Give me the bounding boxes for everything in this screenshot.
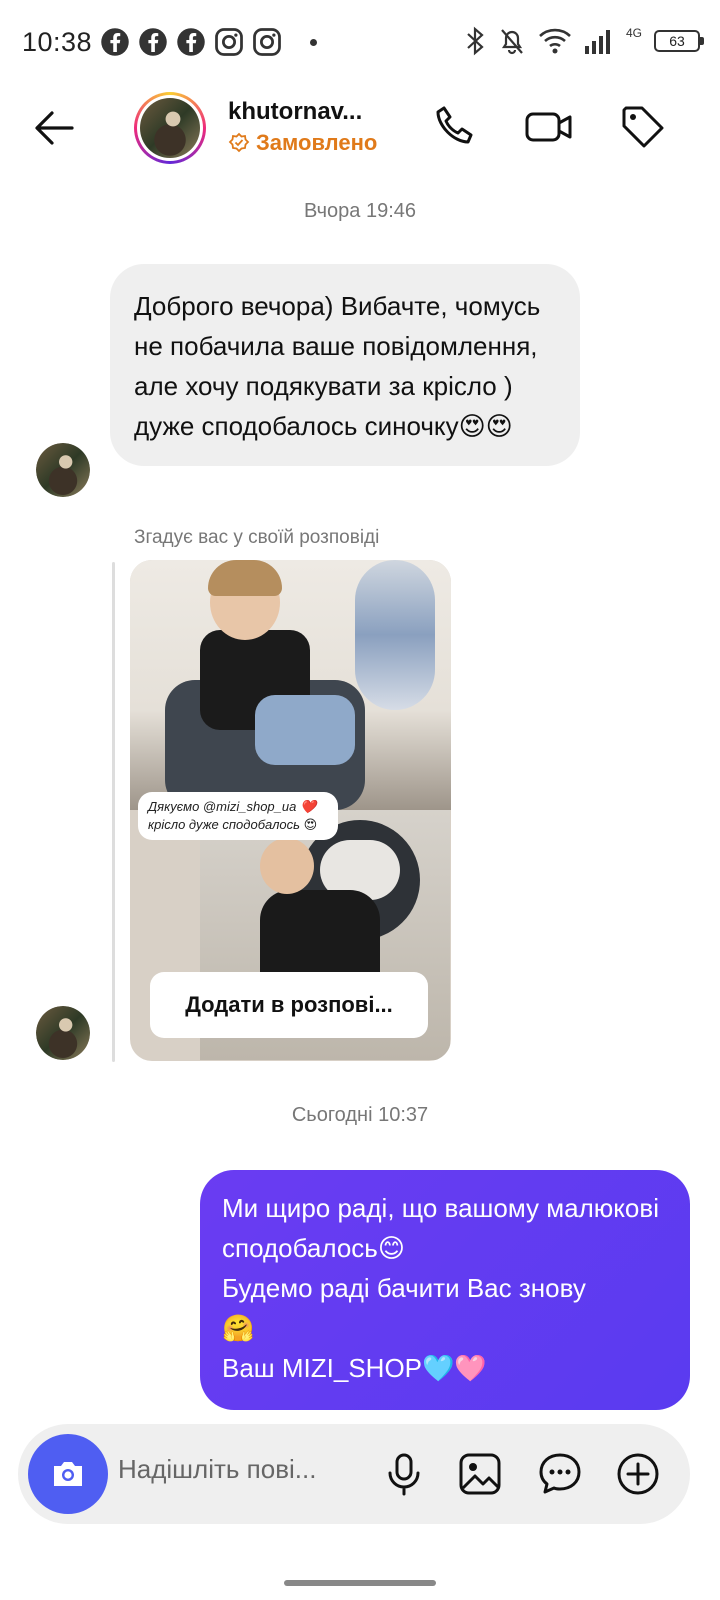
story-preview[interactable]: Дякуємо @mizi_shop_ua ❤️ крісло дуже спо… bbox=[130, 560, 451, 1061]
network-type: 4G bbox=[625, 26, 642, 40]
outgoing-message[interactable]: Ми щиро раді, що вашому малюкові сподоба… bbox=[200, 1170, 690, 1410]
bluetooth-icon bbox=[467, 26, 484, 56]
plus-icon[interactable] bbox=[614, 1450, 662, 1498]
facebook-icon bbox=[101, 28, 129, 56]
instagram-icon bbox=[253, 28, 281, 56]
more-notifications-dot bbox=[310, 38, 317, 46]
gallery-icon[interactable] bbox=[456, 1450, 504, 1498]
home-indicator[interactable] bbox=[284, 1580, 436, 1586]
sticker-icon[interactable] bbox=[536, 1450, 584, 1498]
story-caption: Дякуємо @mizi_shop_ua ❤️ крісло дуже спо… bbox=[138, 792, 338, 840]
status-bar: 10:38 4G 63 bbox=[0, 0, 720, 84]
incoming-message[interactable]: Доброго вечора) Вибачте, чомусь не побач… bbox=[110, 264, 580, 466]
back-arrow-icon[interactable] bbox=[28, 102, 80, 154]
balloon-decoration bbox=[355, 560, 435, 710]
timestamp: Вчора 19:46 bbox=[303, 200, 417, 222]
avatar-image bbox=[140, 98, 200, 158]
profile-avatar[interactable] bbox=[134, 92, 206, 164]
sender-avatar[interactable] bbox=[36, 1006, 90, 1060]
chat-header: khutornav... Замовлено bbox=[0, 84, 720, 174]
facebook-icon bbox=[139, 28, 167, 56]
ordered-status-icon bbox=[228, 132, 250, 153]
add-to-story-button[interactable]: Додати в розпові... bbox=[150, 972, 428, 1038]
contact-username[interactable]: khutornav... bbox=[228, 98, 362, 126]
camera-button[interactable] bbox=[28, 1434, 108, 1514]
system-icons: 4G 63 bbox=[464, 26, 704, 56]
message-input[interactable]: Надішліть пові... bbox=[118, 1454, 368, 1485]
order-status-label: Замовлено bbox=[256, 130, 378, 155]
facebook-icon bbox=[177, 28, 205, 56]
battery-level: 63 bbox=[669, 33, 685, 49]
instagram-icon bbox=[215, 28, 243, 56]
mute-icon bbox=[501, 29, 523, 55]
message-composer: Надішліть пові... bbox=[18, 1424, 690, 1524]
reply-indicator-line bbox=[112, 562, 115, 1062]
microphone-icon[interactable] bbox=[380, 1450, 428, 1498]
story-mention-label: Згадує вас у своїй розповіді bbox=[134, 527, 380, 548]
camera-icon bbox=[54, 1462, 82, 1486]
timestamp: Сьогодні 10:37 bbox=[291, 1104, 429, 1126]
tag-icon[interactable] bbox=[618, 102, 668, 152]
video-call-icon[interactable] bbox=[524, 102, 574, 152]
sender-avatar[interactable] bbox=[36, 443, 90, 497]
order-status: Замовлено bbox=[228, 130, 377, 156]
phone-icon[interactable] bbox=[430, 102, 480, 152]
signal-icon bbox=[584, 30, 610, 54]
notification-icons bbox=[100, 27, 317, 57]
wifi-icon bbox=[539, 28, 571, 54]
status-time: 10:38 bbox=[22, 27, 93, 57]
battery-icon: 63 bbox=[654, 30, 704, 52]
story-photo-top bbox=[130, 560, 451, 810]
